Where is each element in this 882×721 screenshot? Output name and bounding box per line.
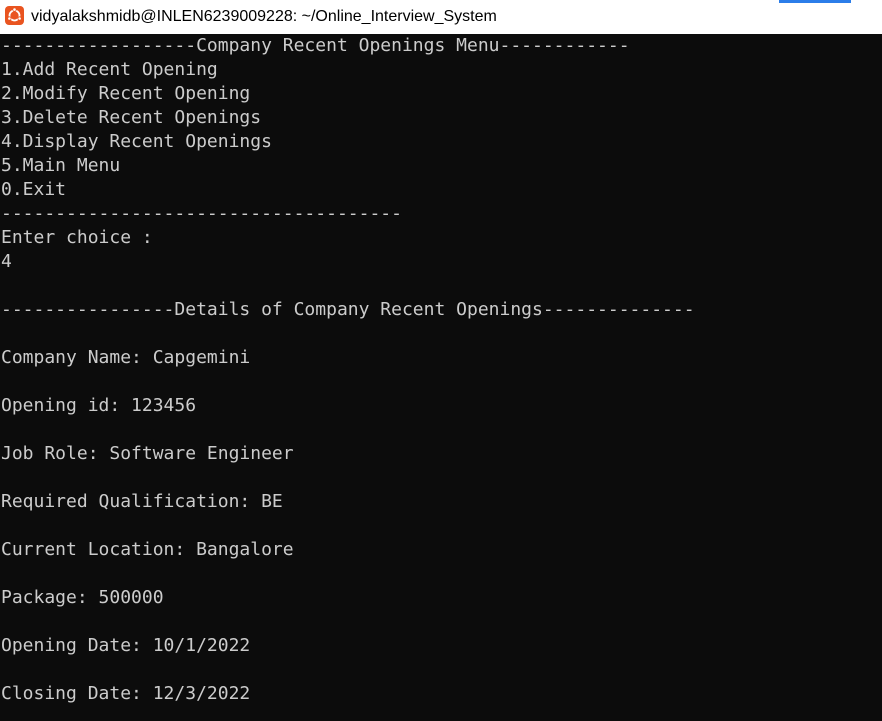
terminal-line: Package: 500000 <box>1 587 164 608</box>
window-accent-strip <box>779 0 851 3</box>
terminal-line: 5.Main Menu <box>1 155 121 176</box>
terminal-line: Current Location: Bangalore <box>1 539 294 560</box>
terminal-line: 4.Display Recent Openings <box>1 131 272 152</box>
ubuntu-icon[interactable] <box>5 6 24 25</box>
terminal-line: ----------------Details of Company Recen… <box>1 299 695 320</box>
terminal-line: Closing Date: 12/3/2022 <box>1 683 251 704</box>
terminal-line: Opening id: 123456 <box>1 395 197 416</box>
title-bar[interactable]: vidyalakshmidb@INLEN6239009228: ~/Online… <box>0 0 882 34</box>
window-title: vidyalakshmidb@INLEN6239009228: ~/Online… <box>31 8 497 25</box>
terminal-line: 0.Exit <box>1 179 67 200</box>
terminal-line: Enter choice : <box>1 227 153 248</box>
terminal-line: ------------------Company Recent Opening… <box>1 35 630 56</box>
terminal-line: 3.Delete Recent Openings <box>1 107 262 128</box>
terminal-output[interactable]: ------------------Company Recent Opening… <box>1 34 882 721</box>
terminal-line: 1.Add Recent Opening <box>1 59 218 80</box>
terminal-line: Job Role: Software Engineer <box>1 443 294 464</box>
terminal-line: 4 <box>1 251 12 272</box>
terminal-line: Required Qualification: BE <box>1 491 283 512</box>
terminal-line: ------------------------------------- <box>1 203 402 224</box>
terminal-window: vidyalakshmidb@INLEN6239009228: ~/Online… <box>0 0 882 721</box>
terminal-line: Company Name: Capgemini <box>1 347 251 368</box>
terminal-line: Opening Date: 10/1/2022 <box>1 635 251 656</box>
terminal-line: 2.Modify Recent Opening <box>1 83 251 104</box>
